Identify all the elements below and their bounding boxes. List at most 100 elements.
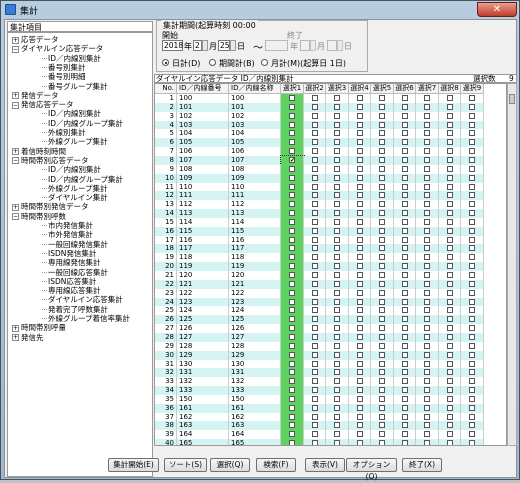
select-cell[interactable] <box>371 394 394 404</box>
select-cell[interactable] <box>439 279 461 289</box>
select-checkbox[interactable] <box>424 404 430 411</box>
select-checkbox[interactable] <box>446 227 453 234</box>
select-checkbox[interactable] <box>379 395 385 402</box>
select-cell[interactable] <box>461 217 484 227</box>
select-checkbox[interactable] <box>446 236 453 243</box>
select-cell[interactable] <box>304 394 326 404</box>
select-cell[interactable] <box>461 386 484 396</box>
select-cell[interactable] <box>439 200 461 210</box>
select-checkbox[interactable] <box>311 298 318 305</box>
select-checkbox[interactable] <box>401 103 408 110</box>
select-checkbox[interactable] <box>379 148 385 155</box>
select-cell[interactable] <box>461 271 484 280</box>
select-cell[interactable] <box>439 155 461 165</box>
select-cell[interactable] <box>349 262 371 272</box>
select-cell[interactable] <box>281 235 304 245</box>
select-cell[interactable] <box>281 164 304 174</box>
select-checkbox[interactable] <box>356 333 363 340</box>
select-cell[interactable] <box>394 209 416 219</box>
select-checkbox[interactable] <box>334 395 340 402</box>
select-checkbox[interactable] <box>311 280 318 287</box>
select-checkbox[interactable] <box>424 227 430 234</box>
select-cell[interactable] <box>326 332 349 342</box>
select-checkbox[interactable] <box>311 289 318 296</box>
select-cell[interactable] <box>349 200 371 210</box>
tree-node-item[interactable]: ISDN応答集計 <box>48 277 96 286</box>
select-cell[interactable] <box>416 155 439 165</box>
data-grid[interactable]: No. ID／内線番号 ID／内線名称 選択1 選択2 選択3 選択4 選択5 選択6 選択7 選択… <box>154 83 507 446</box>
select-cell[interactable] <box>394 102 416 112</box>
select-cell[interactable] <box>461 279 484 289</box>
select-checkbox[interactable] <box>379 342 385 349</box>
select-cell[interactable] <box>349 147 371 157</box>
select-cell[interactable] <box>371 138 394 148</box>
select-checkbox[interactable] <box>311 192 318 199</box>
select-checkbox[interactable] <box>446 280 453 287</box>
select-checkbox[interactable] <box>311 130 318 137</box>
table-row[interactable]: 38 163 163 <box>155 421 506 431</box>
select-cell[interactable] <box>439 217 461 227</box>
select-checkbox[interactable] <box>469 103 475 110</box>
table-row[interactable]: 10 109 109 <box>155 173 506 183</box>
select-checkbox[interactable] <box>356 139 363 146</box>
select-checkbox[interactable] <box>356 183 363 190</box>
select-cell[interactable] <box>281 129 304 139</box>
select-cell[interactable] <box>416 324 439 334</box>
select-cell[interactable] <box>349 324 371 334</box>
select-checkbox[interactable] <box>401 165 408 172</box>
select-cell[interactable] <box>461 394 484 404</box>
select-cell[interactable] <box>304 244 326 254</box>
select-checkbox[interactable] <box>334 174 340 181</box>
select-cell[interactable] <box>394 138 416 148</box>
select-cell[interactable] <box>461 235 484 245</box>
select-cell[interactable] <box>394 182 416 192</box>
select-checkbox[interactable] <box>379 174 385 181</box>
table-row[interactable]: 27 126 126 <box>155 324 506 334</box>
select-cell[interactable] <box>349 368 371 378</box>
select-checkbox[interactable] <box>401 298 408 305</box>
select-checkbox[interactable] <box>424 413 430 420</box>
select-checkbox[interactable] <box>356 351 363 358</box>
select-checkbox[interactable] <box>469 174 475 181</box>
select-checkbox[interactable] <box>311 236 318 243</box>
select-checkbox[interactable] <box>424 95 430 101</box>
select-cell[interactable] <box>461 200 484 210</box>
select-checkbox[interactable] <box>379 165 385 172</box>
select-cell[interactable] <box>416 412 439 422</box>
table-row[interactable]: 35 150 150 <box>155 394 506 404</box>
select-cell[interactable] <box>281 120 304 130</box>
column-header[interactable]: ID／内線名称 <box>229 84 281 94</box>
select-cell[interactable] <box>461 191 484 201</box>
select-cell[interactable] <box>461 297 484 307</box>
select-checkbox[interactable] <box>289 103 295 110</box>
select-checkbox[interactable] <box>401 254 408 261</box>
select-checkbox[interactable] <box>289 227 295 234</box>
select-checkbox[interactable] <box>401 404 408 411</box>
column-header[interactable]: 選択1 <box>281 84 304 94</box>
select-cell[interactable] <box>394 253 416 263</box>
select-checkbox[interactable] <box>379 289 385 296</box>
select-cell[interactable] <box>461 244 484 254</box>
select-cell[interactable] <box>281 297 304 307</box>
select-cell[interactable] <box>371 244 394 254</box>
select-checkbox[interactable] <box>446 422 453 429</box>
select-cell[interactable] <box>394 164 416 174</box>
select-checkbox[interactable] <box>311 307 318 314</box>
select-cell[interactable] <box>349 111 371 121</box>
select-cell[interactable] <box>416 191 439 201</box>
select-cell[interactable] <box>349 288 371 298</box>
column-header[interactable]: 選択7 <box>416 84 439 94</box>
select-checkbox[interactable] <box>469 95 475 101</box>
table-row[interactable]: 17 116 116 <box>155 235 506 245</box>
table-row[interactable]: 32 131 131 <box>155 368 506 378</box>
select-cell[interactable] <box>394 332 416 342</box>
select-checkbox[interactable] <box>311 413 318 420</box>
select-checkbox[interactable] <box>311 395 318 402</box>
select-cell[interactable] <box>281 386 304 396</box>
select-cell[interactable] <box>416 386 439 396</box>
select-checkbox[interactable] <box>424 112 430 119</box>
tree-node-group[interactable]: + 発信先 <box>12 333 44 342</box>
select-checkbox[interactable] <box>289 395 295 402</box>
select-cell[interactable] <box>416 120 439 130</box>
column-header[interactable]: 選択3 <box>326 84 349 94</box>
